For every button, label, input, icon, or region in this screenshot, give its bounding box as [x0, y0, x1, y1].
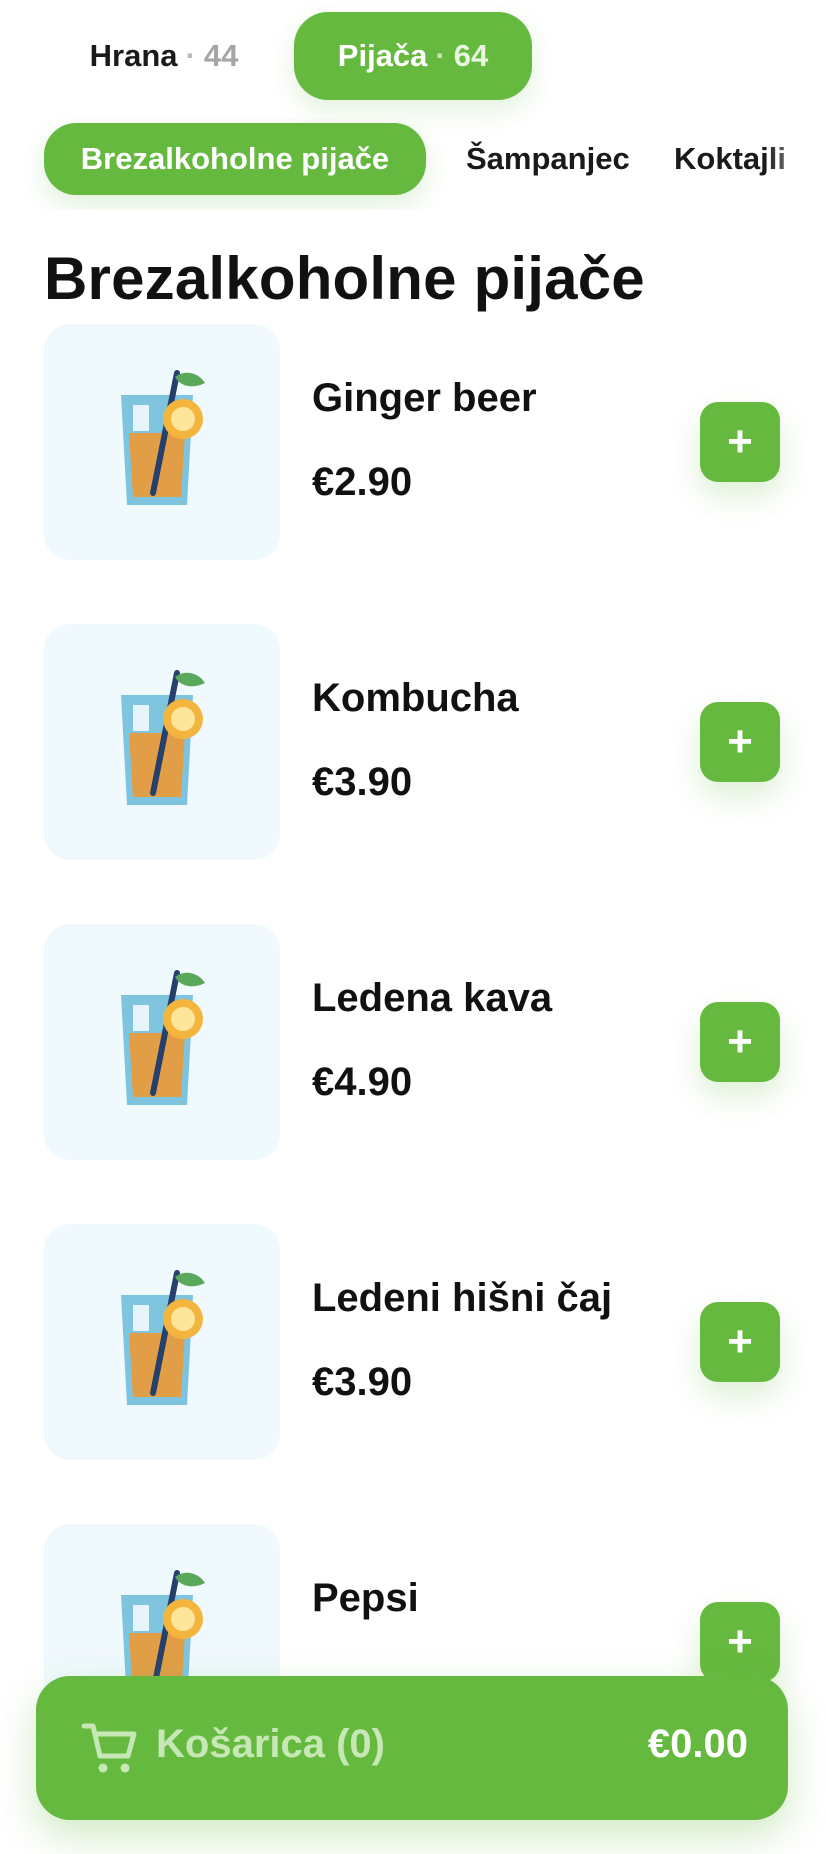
- cart-icon: [81, 1723, 137, 1773]
- add-to-cart-button[interactable]: +: [700, 1002, 780, 1082]
- drink-icon: [121, 970, 205, 1105]
- cart-button[interactable]: Košarica (0) €0.00: [36, 1676, 788, 1820]
- tab-food-count: 44: [203, 38, 239, 73]
- tab-separator-dot: ·: [435, 38, 446, 73]
- product-price: €4.90: [312, 1060, 413, 1104]
- product-name: Ledeni hišni čaj: [312, 1276, 613, 1320]
- plus-icon: +: [727, 717, 753, 766]
- product-thumbnail: [44, 624, 280, 860]
- drink-icon: [121, 1270, 205, 1405]
- category-chip-champagne[interactable]: Šampanjec: [466, 123, 630, 195]
- cart-total: €0.00: [647, 1722, 748, 1766]
- drink-icon: [121, 370, 205, 505]
- product-item[interactable]: Ginger beer €2.90 +: [0, 324, 826, 560]
- category-chip-soft-drinks[interactable]: Brezalkoholne pijače: [44, 123, 426, 195]
- product-price: €3.90: [312, 1360, 413, 1404]
- plus-icon: +: [727, 1017, 753, 1066]
- product-thumbnail: [44, 924, 280, 1160]
- add-to-cart-button[interactable]: +: [700, 1302, 780, 1382]
- tab-drinks-label: Pijača: [337, 38, 428, 73]
- add-to-cart-button[interactable]: +: [700, 1602, 780, 1682]
- tab-food[interactable]: Hrana · 44: [44, 12, 284, 100]
- tab-drinks-count: 64: [453, 38, 489, 73]
- tab-separator-dot: ·: [185, 38, 196, 73]
- product-price: €2.90: [312, 460, 413, 504]
- product-item[interactable]: Ledena kava €4.90 +: [0, 924, 826, 1160]
- product-item[interactable]: Ledeni hišni čaj €3.90 +: [0, 1224, 826, 1460]
- product-price: €3.90: [312, 760, 413, 804]
- plus-icon: +: [727, 417, 753, 466]
- tab-food-label: Hrana: [89, 38, 178, 73]
- product-thumbnail: [44, 324, 280, 560]
- product-name: Ledena kava: [312, 976, 553, 1020]
- section-title: Brezalkoholne pijače: [44, 245, 645, 312]
- product-name: Kombucha: [312, 676, 519, 720]
- scroll-fade: [766, 118, 826, 210]
- product-name: Pepsi: [312, 1576, 419, 1620]
- drink-icon: [121, 670, 205, 805]
- tab-drinks[interactable]: Pijača · 64: [294, 12, 532, 100]
- plus-icon: +: [727, 1317, 753, 1366]
- product-thumbnail: [44, 1224, 280, 1460]
- product-item[interactable]: Kombucha €3.90 +: [0, 624, 826, 860]
- category-chips: Brezalkoholne pijače Šampanjec Koktajli: [0, 118, 826, 210]
- cart-label: Košarica (0): [156, 1722, 385, 1766]
- add-to-cart-button[interactable]: +: [700, 702, 780, 782]
- product-name: Ginger beer: [312, 376, 537, 420]
- plus-icon: +: [727, 1617, 753, 1666]
- main-tabs: Hrana · 44 Pijača · 64: [0, 0, 826, 108]
- add-to-cart-button[interactable]: +: [700, 402, 780, 482]
